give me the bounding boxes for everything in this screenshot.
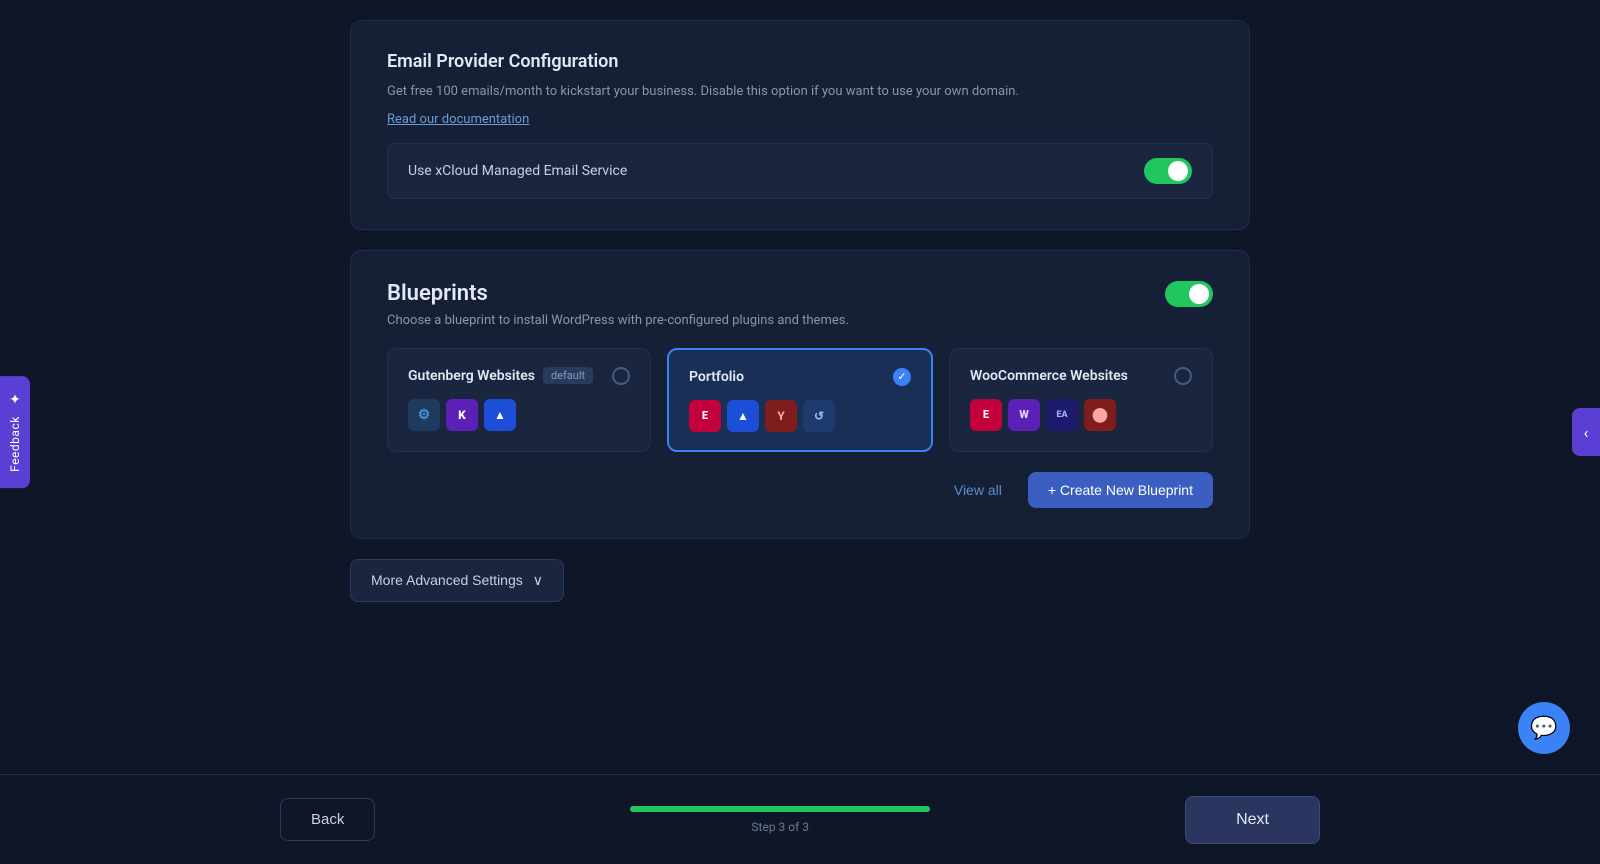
blueprint-cards-container: Gutenberg Websites default ⚙ K ▲ Portfol [387,348,1213,452]
chat-icon: 💬 [1530,716,1557,741]
blueprints-card: Blueprints Choose a blueprint to install… [350,250,1250,539]
woocommerce-card-name: WooCommerce Websites [970,368,1128,384]
create-blueprint-button[interactable]: + Create New Blueprint [1028,472,1213,508]
elementor-icon-2: E [970,399,1002,431]
email-provider-card: Email Provider Configuration Get free 10… [350,20,1250,230]
gutenberg-radio[interactable] [612,367,630,385]
redirection-icon: ⬤ [1084,399,1116,431]
gutenberg-plugin-icons: ⚙ K ▲ [408,399,630,431]
yoast-icon: Y [765,400,797,432]
astra-icon: ▲ [484,399,516,431]
portfolio-card-name: Portfolio [689,369,744,385]
chat-button[interactable]: 💬 [1518,702,1570,754]
woocommerce-card-header: WooCommerce Websites [970,367,1192,385]
back-button[interactable]: Back [280,798,375,841]
blueprints-footer: View all + Create New Blueprint [387,472,1213,508]
progress-bar-container [630,806,930,812]
bottom-navigation: Back Step 3 of 3 Next [0,774,1600,864]
woocommerce-plugin-icons: E W EA ⬤ [970,399,1192,431]
next-button[interactable]: Next [1185,796,1320,844]
kadence-icon: K [446,399,478,431]
advanced-settings-button[interactable]: More Advanced Settings ∨ [350,559,564,602]
blueprints-header: Blueprints [387,281,1213,307]
blueprints-toggle-switch[interactable] [1165,281,1213,307]
blueprint-card-gutenberg[interactable]: Gutenberg Websites default ⚙ K ▲ [387,348,651,452]
portfolio-plugin-icons: E ▲ Y ↺ [689,400,911,432]
chevron-down-icon: ∨ [533,572,543,589]
advanced-settings-label: More Advanced Settings [371,572,523,588]
gutenberg-card-name: Gutenberg Websites [408,368,535,384]
woo-icon: W [1008,399,1040,431]
portfolio-radio[interactable] [893,368,911,386]
blueprint-card-portfolio[interactable]: Portfolio E ▲ Y ↺ [667,348,933,452]
woocommerce-radio[interactable] [1174,367,1192,385]
gutenberg-default-badge: default [543,367,593,384]
email-card-description: Get free 100 emails/month to kickstart y… [387,82,1213,102]
email-card-title: Email Provider Configuration [387,51,1213,72]
blueprints-title: Blueprints [387,281,488,306]
blueprints-description: Choose a blueprint to install WordPress … [387,313,1213,328]
email-toggle-row: Use xCloud Managed Email Service [387,143,1213,199]
view-all-button[interactable]: View all [942,474,1014,506]
email-toggle-switch[interactable] [1144,158,1192,184]
ea-icon: EA [1046,399,1078,431]
progress-label: Step 3 of 3 [751,820,809,834]
elementor-icon-1: E [689,400,721,432]
documentation-link[interactable]: Read our documentation [387,112,529,127]
progress-bar-fill [630,806,930,812]
updraft-icon: ↺ [803,400,835,432]
learndash-icon: ▲ [727,400,759,432]
blueprint-card-woocommerce[interactable]: WooCommerce Websites E W EA ⬤ [949,348,1213,452]
progress-area: Step 3 of 3 [630,806,930,834]
gutenberg-icon: ⚙ [408,399,440,431]
portfolio-card-header: Portfolio [689,368,911,386]
gutenberg-card-header: Gutenberg Websites default [408,367,630,385]
email-toggle-label: Use xCloud Managed Email Service [408,163,627,179]
